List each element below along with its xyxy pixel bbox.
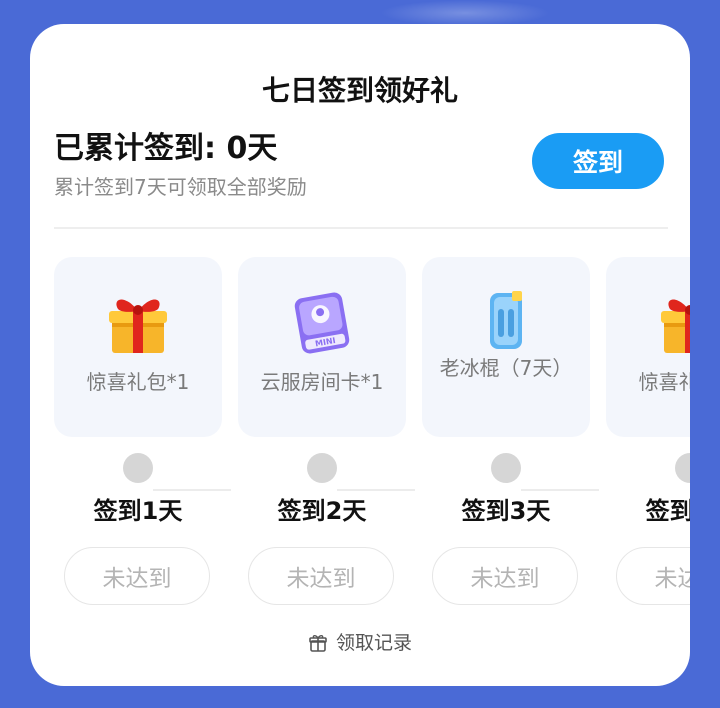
gift-box-icon bbox=[109, 299, 167, 353]
day-item-4: 惊喜礼包*1 签到4天 未达到 bbox=[606, 257, 690, 617]
day-label: 签到3天 bbox=[461, 497, 551, 525]
reward-name: 老冰棍（7天） bbox=[439, 356, 573, 380]
claim-records-label: 领取记录 bbox=[335, 632, 412, 654]
reward-hint: 累计签到7天可领取全部奖励 bbox=[54, 175, 307, 199]
day-item-1: 惊喜礼包*1 签到1天 未达到 bbox=[54, 257, 222, 617]
progress-dot bbox=[491, 453, 521, 483]
reward-card[interactable]: MINI 云服房间卡*1 bbox=[238, 257, 406, 437]
mini-room-card-icon: MINI bbox=[294, 292, 350, 354]
reward-card[interactable]: 惊喜礼包*1 bbox=[606, 257, 690, 437]
day-list[interactable]: 惊喜礼包*1 签到1天 未达到 MINI 云服房间卡*1 签到2天 未达到 老冰… bbox=[30, 257, 690, 617]
reward-name: 惊喜礼包*1 bbox=[86, 370, 190, 394]
checkin-dialog: 七日签到领好礼 已累计签到: 0天 累计签到7天可领取全部奖励 签到 惊喜礼包*… bbox=[30, 24, 690, 686]
claim-status-button[interactable]: 未达到 bbox=[616, 547, 690, 605]
day-label: 签到4天 bbox=[645, 497, 690, 525]
claim-status-button[interactable]: 未达到 bbox=[248, 547, 394, 605]
popsicle-icon bbox=[490, 291, 522, 349]
streak-count: 已累计签到: 0天 bbox=[54, 131, 278, 166]
day-label: 签到1天 bbox=[93, 497, 183, 525]
day-item-3: 老冰棍（7天） 签到3天 未达到 bbox=[422, 257, 590, 617]
day-label: 签到2天 bbox=[277, 497, 367, 525]
claim-records-link[interactable]: 领取记录 bbox=[30, 630, 690, 656]
checkin-button[interactable]: 签到 bbox=[532, 133, 664, 189]
reward-card[interactable]: 老冰棍（7天） bbox=[422, 257, 590, 437]
reward-card[interactable]: 惊喜礼包*1 bbox=[54, 257, 222, 437]
gift-icon bbox=[309, 635, 327, 652]
claim-status-button[interactable]: 未达到 bbox=[64, 547, 210, 605]
gift-box-icon bbox=[661, 299, 690, 353]
claim-status-button[interactable]: 未达到 bbox=[432, 547, 578, 605]
divider bbox=[54, 227, 668, 229]
reward-name: 云服房间卡*1 bbox=[260, 370, 384, 394]
background-decoration bbox=[380, 0, 550, 26]
dialog-title: 七日签到领好礼 bbox=[261, 74, 458, 107]
progress-dot bbox=[675, 453, 690, 483]
progress-dot bbox=[307, 453, 337, 483]
day-item-2: MINI 云服房间卡*1 签到2天 未达到 bbox=[238, 257, 406, 617]
progress-dot bbox=[123, 453, 153, 483]
reward-name: 惊喜礼包*1 bbox=[638, 370, 690, 394]
